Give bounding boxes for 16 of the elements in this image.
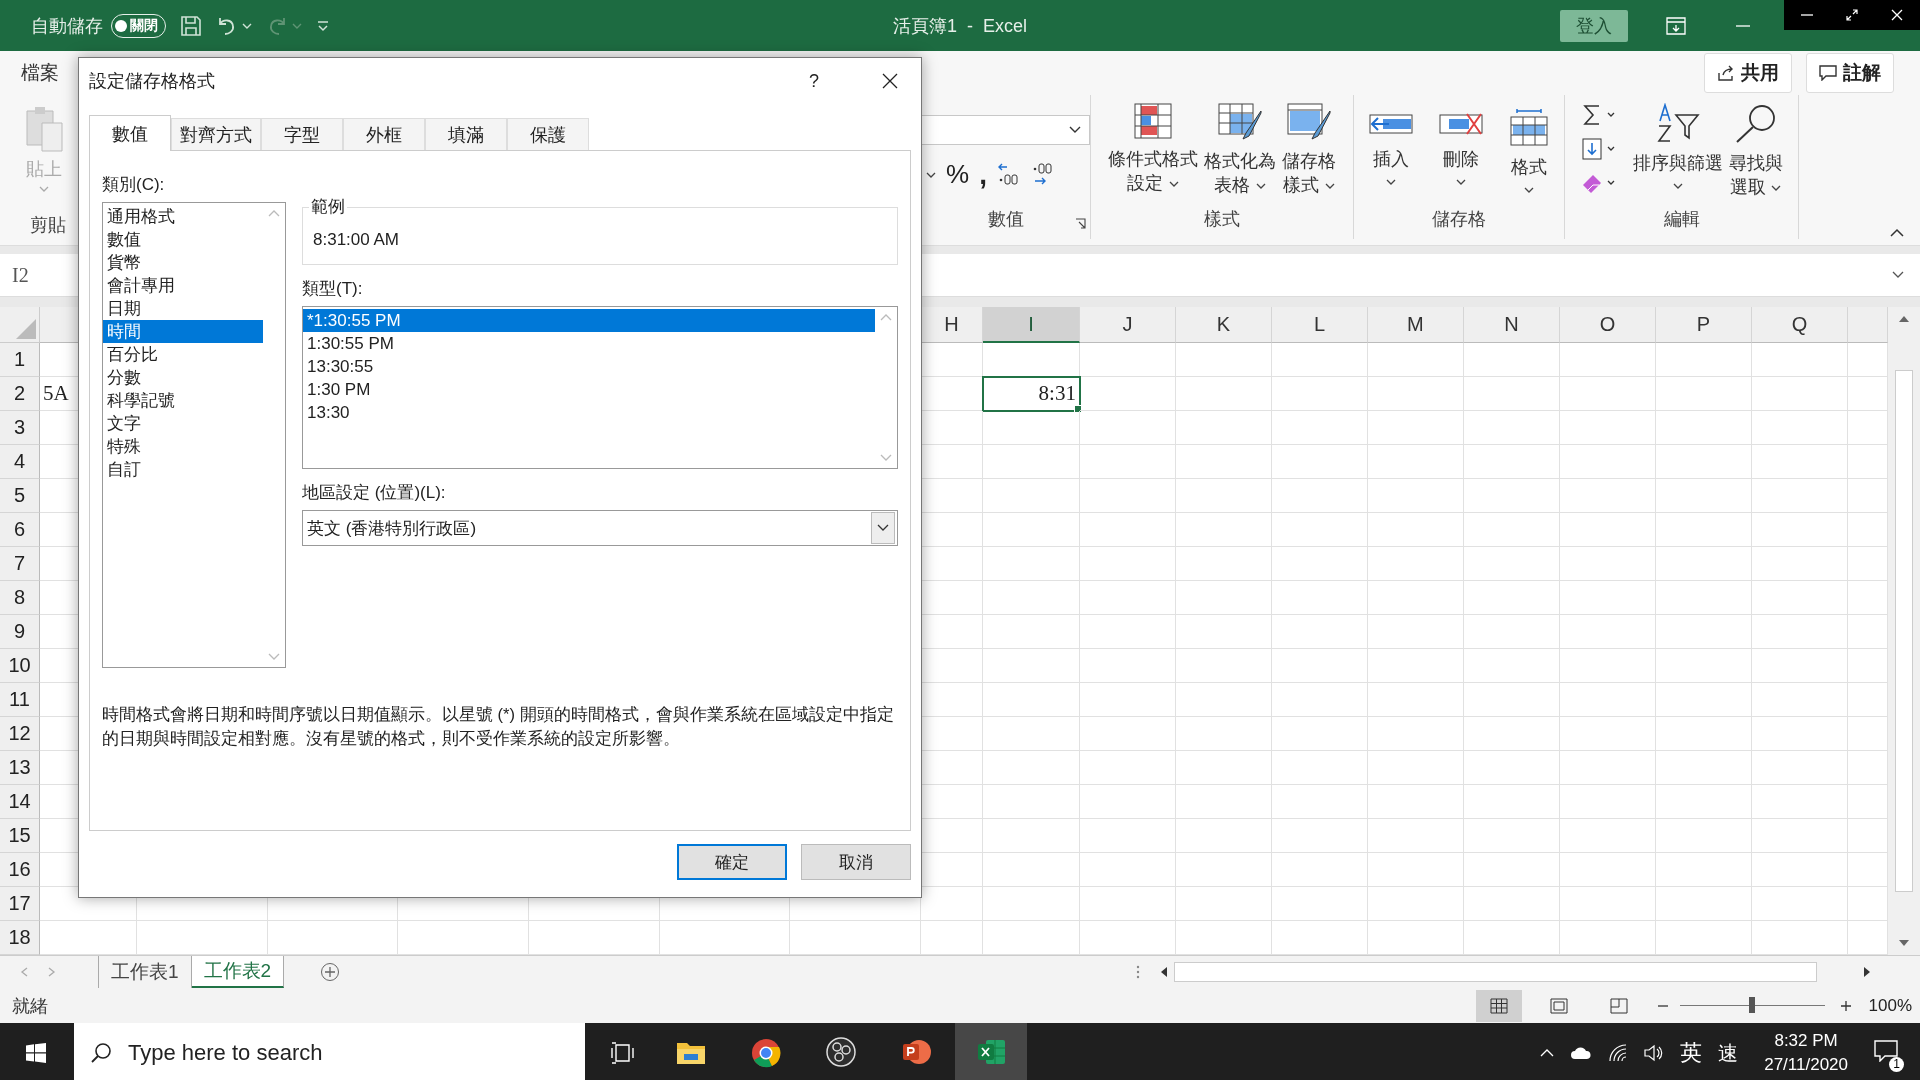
locale-label: 地區設定 (位置)(L):: [302, 482, 447, 504]
group-label: 儲存格: [1432, 208, 1486, 231]
group-label: 編輯: [1663, 208, 1700, 231]
sample-value: 8:31:00 AM: [313, 230, 399, 250]
status-text: 就緒: [12, 994, 48, 1018]
dialog-title: 設定儲存格格式: [89, 70, 215, 93]
category-label: 類別(C):: [102, 174, 166, 196]
description-text: 時間格式會將日期和時間序號以日期值顯示。以星號 (*) 開頭的時間格式，會與作業系統在區域設定中指定的日期與時間設定相對應。沒有星號的格式，則不受作業系統的設定所影響。: [102, 704, 895, 749]
autosave-label: 自動儲存: [31, 14, 103, 38]
sample-label: 範例: [309, 195, 347, 218]
group-label: 樣式: [1204, 208, 1240, 231]
notification-badge: 1: [1889, 1057, 1904, 1072]
window-title: 活頁簿1 - Excel: [893, 14, 1028, 38]
group-label: 數值: [988, 208, 1024, 231]
group-label: 剪貼: [30, 214, 66, 237]
type-label: 類型(T):: [302, 278, 364, 300]
